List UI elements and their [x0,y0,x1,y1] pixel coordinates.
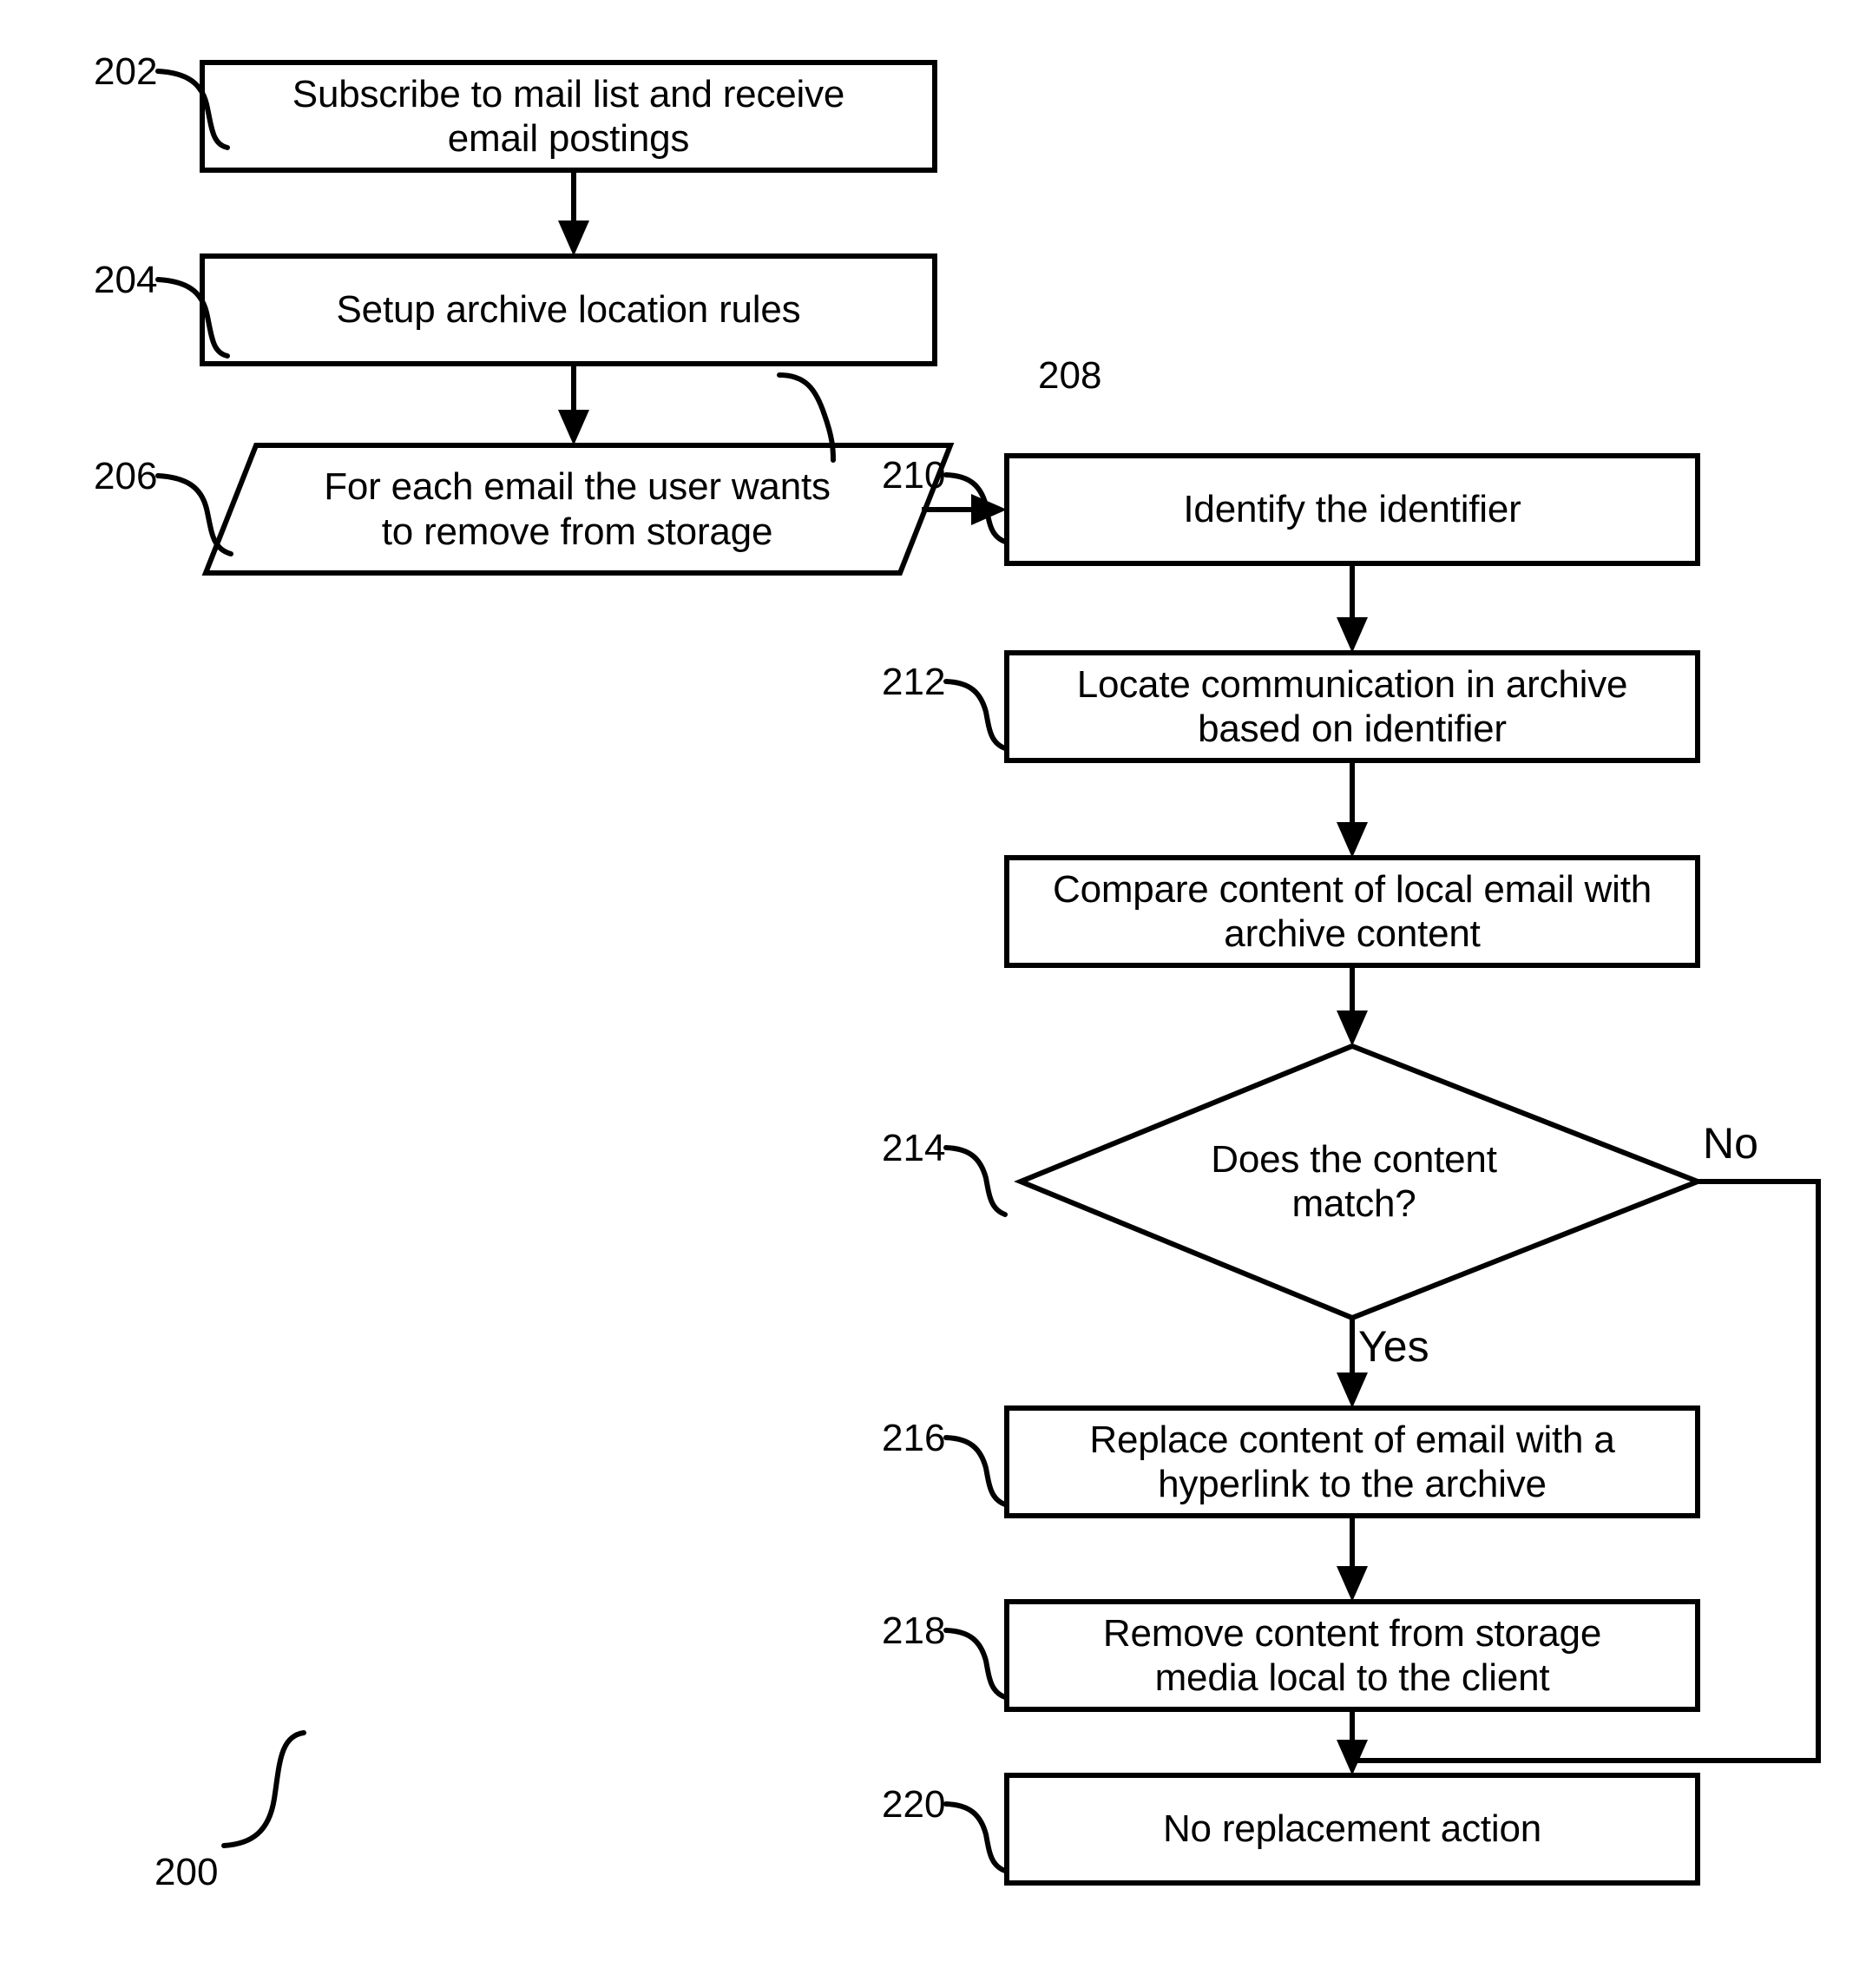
leader-200 [221,1730,306,1848]
node-label-206: For each email the user wants to remove … [324,465,831,553]
node-label-210: Locate communication in archive based on… [1076,662,1628,750]
ref-numeral-210: 210 [882,454,946,497]
arrowhead-216-218 [1337,1566,1368,1602]
arrowhead-208-210 [1337,617,1368,653]
leader-214 [943,1145,1008,1217]
node-label-216: Replace content of email with a hyperlin… [1089,1418,1615,1505]
ref-numeral-206: 206 [94,455,158,497]
ref-numeral-216: 216 [882,1417,946,1459]
arrowhead-210-212 [1337,822,1368,858]
branch-label-no: No [1703,1119,1758,1168]
ref-numeral-208: 208 [1038,354,1102,397]
node-label-218: Remove content from storage media local … [1102,1611,1602,1699]
arrowhead-212-214 [1337,1010,1368,1046]
ref-numeral-212: 212 [882,661,946,703]
arrowhead-204-206 [558,410,589,445]
branch-label-yes: Yes [1358,1322,1429,1371]
leader-212 [943,679,1008,751]
ref-numeral-204: 204 [94,259,158,301]
node-label-202: Subscribe to mail list and receive email… [292,72,845,160]
ref-numeral-200: 200 [154,1851,219,1893]
arrowhead-no-220 [1337,1740,1368,1775]
node-label-208: Identify the identifier [1183,488,1521,531]
ref-numeral-202: 202 [94,50,158,93]
node-label-212: Compare content of local email with arch… [1053,867,1652,955]
ref-numeral-220: 220 [882,1783,946,1826]
ref-numeral-218: 218 [882,1609,946,1652]
node-label-220: No replacement action [1162,1807,1542,1851]
arrowhead-214-216 [1337,1373,1368,1408]
leader-220 [943,1801,1008,1873]
node-label-204: Setup archive location rules [336,288,801,332]
ref-numeral-214: 214 [882,1127,946,1169]
leader-218 [943,1628,1008,1700]
leader-216 [943,1435,1008,1507]
arrowhead-202-204 [558,221,589,256]
figure-canvas: Subscribe to mail list and receive email… [0,0,1866,1988]
node-label-214: Does the content match? [1211,1137,1497,1225]
